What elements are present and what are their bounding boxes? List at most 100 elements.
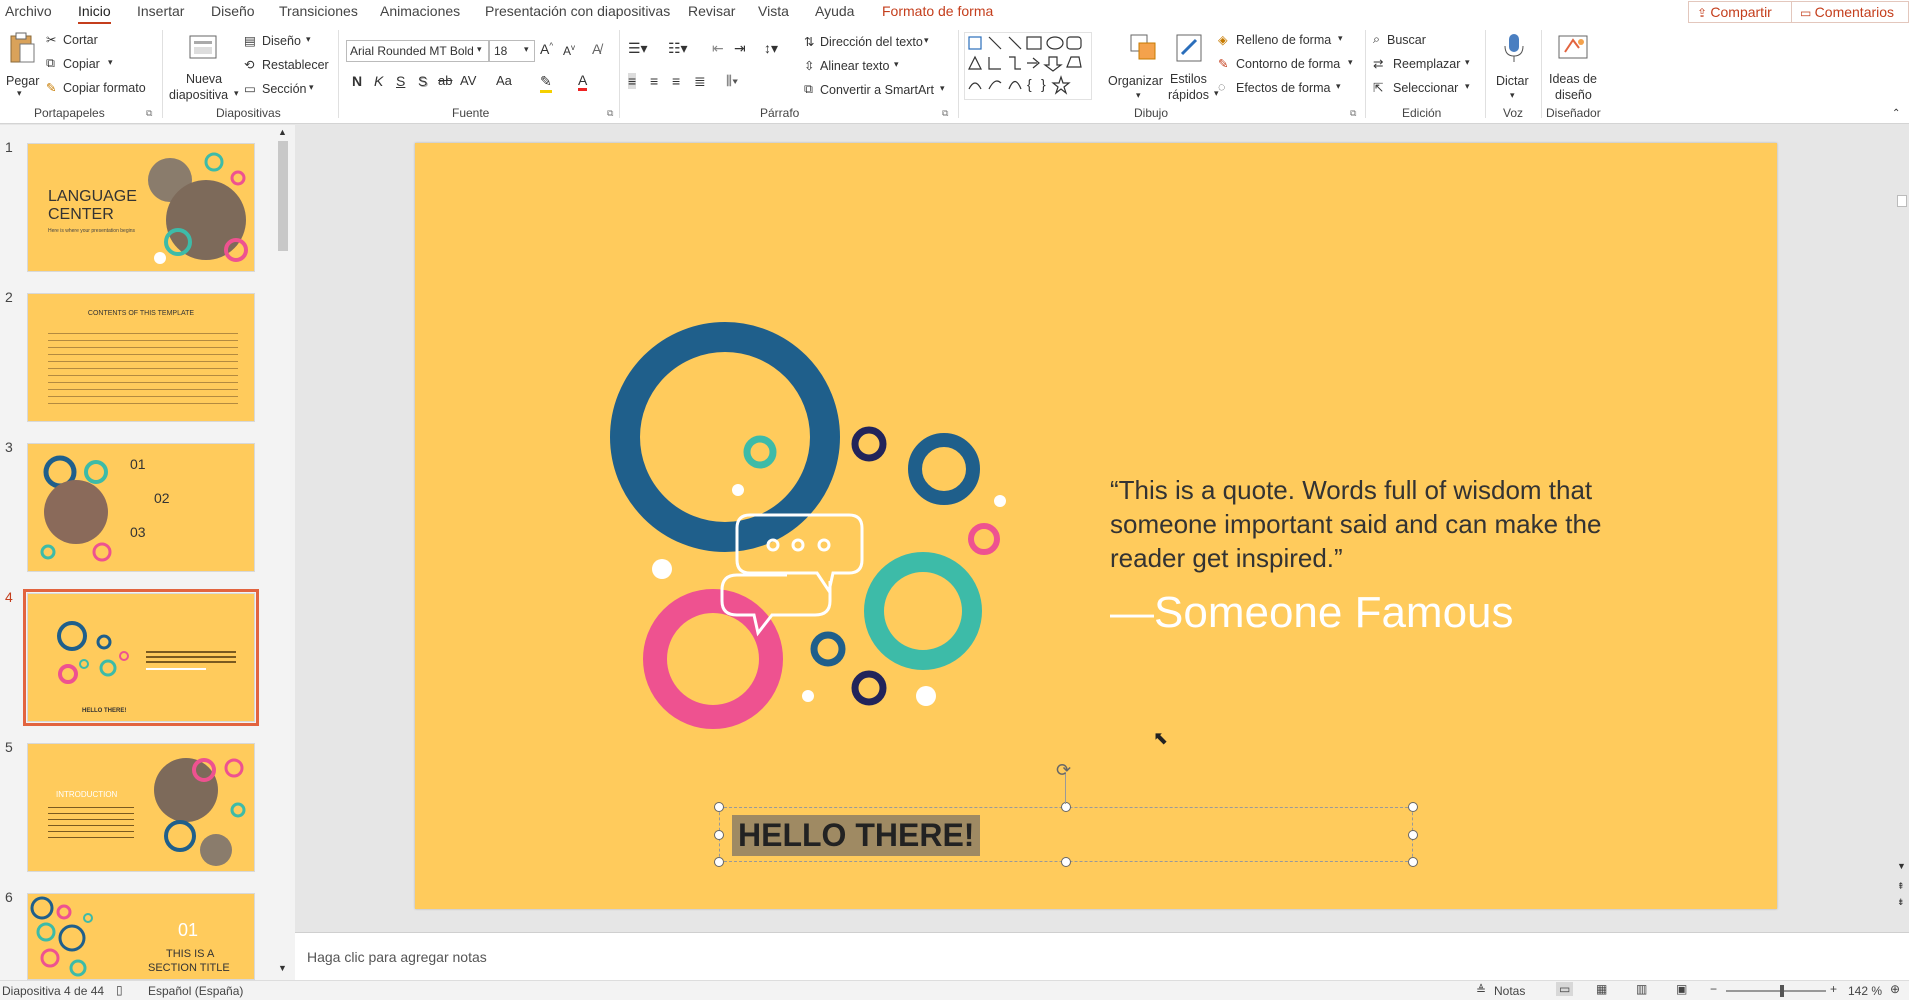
align-center-icon[interactable]: ≡ bbox=[650, 73, 658, 89]
slide-canvas[interactable]: “This is a quote. Words full of wisdom t… bbox=[415, 143, 1777, 909]
section-button[interactable]: ▭ Sección ▾ bbox=[244, 81, 334, 99]
quote-author[interactable]: —Someone Famous bbox=[1110, 588, 1514, 638]
dialog-launcher-icon[interactable]: ⧉ bbox=[1350, 108, 1356, 119]
tab-archivo[interactable]: Archivo bbox=[5, 3, 52, 19]
zoom-slider-thumb[interactable] bbox=[1780, 985, 1784, 997]
slideshow-icon[interactable]: ▣ bbox=[1676, 982, 1687, 996]
font-size-select[interactable]: 18 ▾ bbox=[489, 40, 535, 62]
grow-font-icon[interactable]: A^ bbox=[540, 41, 553, 57]
strikethrough-button[interactable]: ab bbox=[438, 73, 452, 88]
slide-thumbnail-5[interactable]: INTRODUCTION bbox=[27, 743, 255, 872]
zoom-level[interactable]: 142 % bbox=[1848, 984, 1882, 998]
notes-placeholder[interactable]: Haga clic para agregar notas bbox=[307, 949, 487, 965]
font-name-select[interactable]: Arial Rounded MT Bold ▾ bbox=[346, 40, 489, 62]
selected-textbox[interactable]: HELLO THERE! bbox=[719, 807, 1413, 862]
cut-button[interactable]: ✂ Cortar bbox=[46, 32, 126, 50]
numbering-icon[interactable]: ☷▾ bbox=[668, 40, 688, 57]
shrink-font-icon[interactable]: Av bbox=[563, 43, 575, 58]
bullets-icon[interactable]: ☰▾ bbox=[628, 40, 648, 57]
slide-thumbnail-2[interactable]: CONTENTS OF THIS TEMPLATE bbox=[27, 293, 255, 422]
dialog-launcher-icon[interactable]: ⧉ bbox=[146, 108, 152, 119]
quick-styles-button[interactable]: Estilos rápidos ▾ bbox=[1168, 30, 1219, 104]
share-button[interactable]: ⇪ Compartir bbox=[1688, 1, 1794, 23]
quote-text[interactable]: “This is a quote. Words full of wisdom t… bbox=[1110, 473, 1630, 575]
zoom-in-icon[interactable]: + bbox=[1830, 982, 1837, 996]
new-slide-button[interactable]: Nueva diapositiva ▾ bbox=[168, 30, 240, 104]
resize-handle[interactable] bbox=[1408, 857, 1418, 867]
justify-icon[interactable]: ≣ bbox=[694, 73, 706, 90]
decrease-indent-icon[interactable]: ⇤ bbox=[712, 40, 724, 57]
tab-ayuda[interactable]: Ayuda bbox=[815, 3, 854, 19]
slide-thumbnail-6[interactable]: 01 THIS IS A SECTION TITLE bbox=[27, 893, 255, 980]
tab-presentacion[interactable]: Presentación con diapositivas bbox=[485, 3, 670, 19]
resize-handle[interactable] bbox=[714, 830, 724, 840]
dialog-launcher-icon[interactable]: ⧉ bbox=[607, 108, 613, 119]
find-button[interactable]: ⌕ Buscar bbox=[1373, 32, 1473, 50]
tab-revisar[interactable]: Revisar bbox=[688, 3, 735, 19]
scroll-down-icon[interactable]: ▼ bbox=[1897, 861, 1906, 871]
highlight-icon[interactable]: ✎ bbox=[540, 73, 552, 93]
shape-effects-button[interactable]: ◌ Efectos de forma ▾ bbox=[1218, 80, 1358, 98]
scroll-up-icon[interactable]: ▲ bbox=[278, 127, 287, 137]
columns-icon[interactable]: ⫼▾ bbox=[726, 73, 738, 89]
resize-handle[interactable] bbox=[1408, 802, 1418, 812]
format-painter-button[interactable]: ✎ Copiar formato bbox=[46, 80, 156, 98]
design-ideas-button[interactable]: Ideas de diseño bbox=[1545, 30, 1603, 104]
font-color-icon[interactable]: A bbox=[578, 72, 588, 91]
bold-button[interactable]: N bbox=[352, 73, 362, 89]
resize-handle[interactable] bbox=[714, 857, 724, 867]
line-spacing-icon[interactable]: ↕▾ bbox=[764, 40, 778, 57]
tab-insertar[interactable]: Insertar bbox=[137, 3, 184, 19]
shadow-button[interactable]: S bbox=[418, 73, 427, 89]
resize-handle[interactable] bbox=[1061, 857, 1071, 867]
dictate-button[interactable]: Dictar ▾ bbox=[1494, 30, 1534, 104]
editor-scrollbar[interactable]: ▼ ⇞ ⇟ bbox=[1895, 125, 1909, 930]
scrollbar-thumb[interactable] bbox=[278, 141, 288, 251]
zoom-slider[interactable] bbox=[1726, 985, 1826, 997]
slide-thumbnail-1[interactable]: LANGUAGE CENTER Here is where your prese… bbox=[27, 143, 255, 272]
copy-button[interactable]: ⧉ Copiar ▾ bbox=[46, 56, 126, 74]
notes-toggle-button[interactable]: ≜ Notas bbox=[1476, 982, 1532, 1000]
tab-inicio[interactable]: Inicio bbox=[78, 3, 111, 24]
reading-view-icon[interactable]: ▥ bbox=[1636, 982, 1647, 996]
spellcheck-icon[interactable]: ▯ bbox=[116, 983, 123, 997]
clear-format-icon[interactable]: A̸ bbox=[592, 41, 601, 57]
language-indicator[interactable]: Español (España) bbox=[148, 984, 243, 998]
scroll-down-icon[interactable]: ▼ bbox=[278, 963, 287, 973]
fit-to-window-icon[interactable]: ⊕ bbox=[1890, 982, 1900, 996]
resize-handle[interactable] bbox=[1061, 802, 1071, 812]
tab-transiciones[interactable]: Transiciones bbox=[279, 3, 358, 19]
align-right-icon[interactable]: ≡ bbox=[672, 73, 680, 89]
change-case-button[interactable]: Aa bbox=[496, 73, 512, 88]
resize-handle[interactable] bbox=[714, 802, 724, 812]
normal-view-icon[interactable]: ▭ bbox=[1556, 982, 1574, 996]
shape-fill-button[interactable]: ◈ Relleno de forma ▾ bbox=[1218, 32, 1358, 50]
text-direction-button[interactable]: ⇅ Dirección del texto ▾ bbox=[804, 34, 954, 52]
next-slide-icon[interactable]: ⇟ bbox=[1897, 897, 1905, 908]
align-text-button[interactable]: ⇳ Alinear texto ▾ bbox=[804, 58, 954, 76]
tab-formato-de-forma[interactable]: Formato de forma bbox=[882, 3, 993, 19]
thumbnail-scrollbar[interactable]: ▲ ▼ bbox=[276, 127, 290, 979]
scrollbar-thumb[interactable] bbox=[1897, 195, 1907, 207]
align-left-icon[interactable]: ≡ bbox=[628, 73, 637, 89]
slide-sorter-icon[interactable]: ▦ bbox=[1596, 982, 1607, 996]
increase-indent-icon[interactable]: ⇥ bbox=[734, 40, 746, 57]
paste-button[interactable]: Pegar ▾ bbox=[6, 30, 39, 100]
resize-handle[interactable] bbox=[1408, 830, 1418, 840]
rotate-handle-icon[interactable]: ⟳ bbox=[1056, 760, 1071, 781]
collapse-ribbon-icon[interactable]: ⌃ bbox=[1892, 108, 1900, 119]
slide-thumbnail-4[interactable]: HELLO THERE! bbox=[23, 589, 259, 726]
shape-outline-button[interactable]: ✎ Contorno de forma ▾ bbox=[1218, 56, 1358, 74]
tab-vista[interactable]: Vista bbox=[758, 3, 789, 19]
replace-button[interactable]: ⇄ Reemplazar ▾ bbox=[1373, 56, 1483, 74]
tab-diseno[interactable]: Diseño bbox=[211, 3, 255, 19]
underline-button[interactable]: S bbox=[396, 73, 405, 89]
smartart-button[interactable]: ⧉ Convertir a SmartArt ▾ bbox=[804, 82, 954, 100]
select-button[interactable]: ⇱ Seleccionar ▾ bbox=[1373, 80, 1483, 98]
notes-pane[interactable]: Haga clic para agregar notas bbox=[295, 932, 1909, 980]
tab-animaciones[interactable]: Animaciones bbox=[380, 3, 460, 19]
reset-button[interactable]: ⟲ Restablecer bbox=[244, 57, 334, 75]
layout-button[interactable]: ▤ Diseño ▾ bbox=[244, 33, 334, 51]
textbox-selected-text[interactable]: HELLO THERE! bbox=[732, 815, 981, 856]
shapes-gallery[interactable]: {} bbox=[964, 32, 1092, 100]
